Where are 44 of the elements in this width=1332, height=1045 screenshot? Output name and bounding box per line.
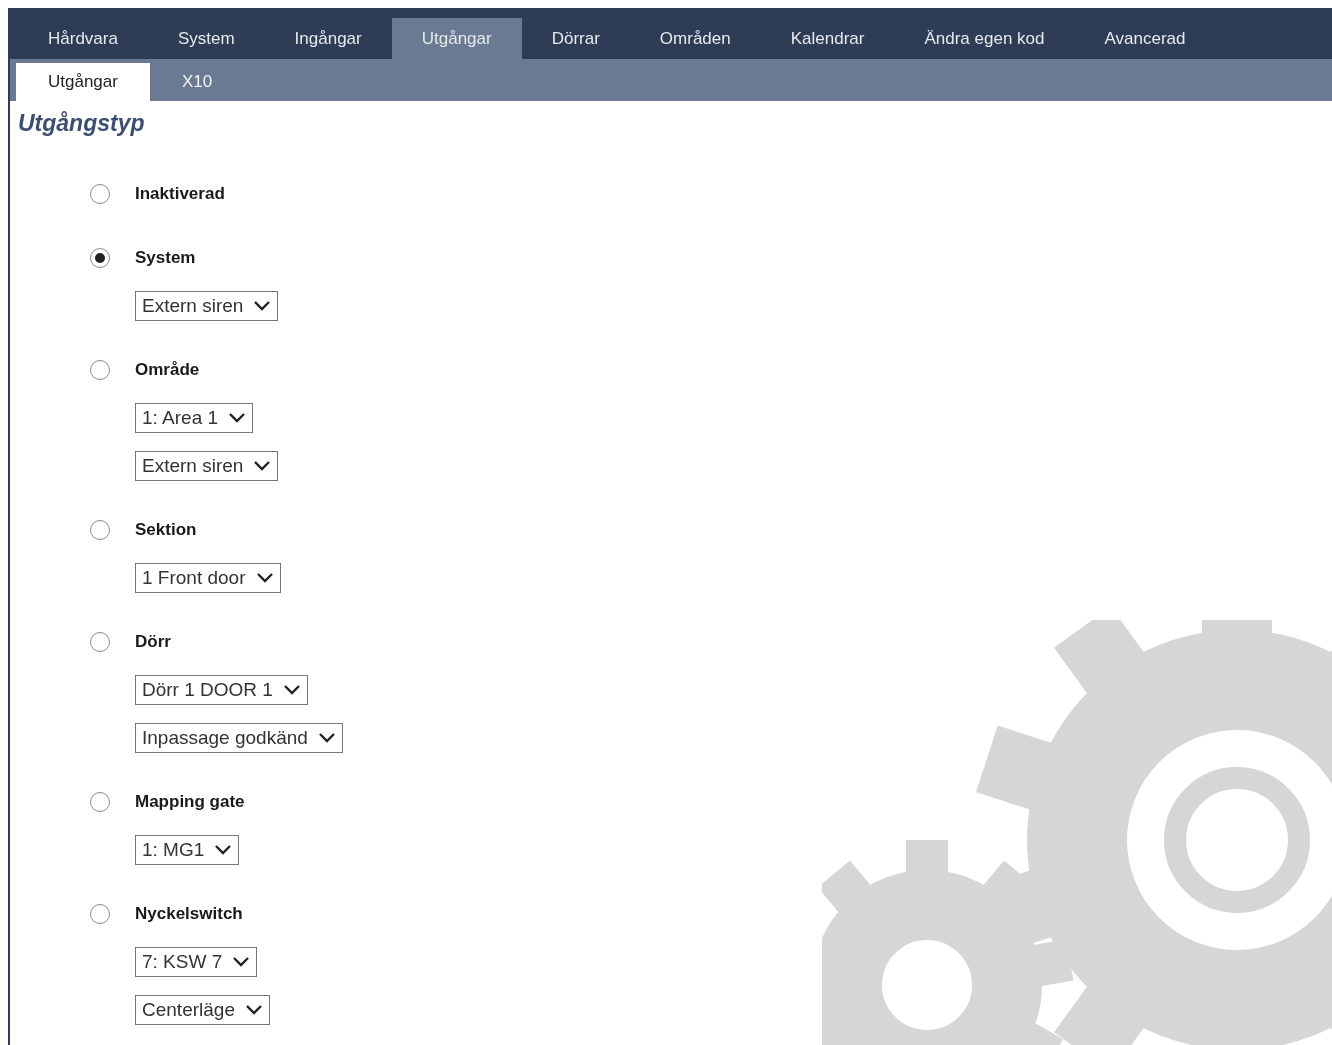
radio-button[interactable] xyxy=(90,248,110,268)
option-label: System xyxy=(135,247,196,270)
sub-tab[interactable]: Utgångar xyxy=(16,63,150,101)
chevron-down-icon xyxy=(214,844,233,856)
radio-button[interactable] xyxy=(90,792,110,812)
nav-tab[interactable]: Hårdvara xyxy=(18,18,148,59)
option-label: Sektion xyxy=(135,519,197,542)
radio-button[interactable] xyxy=(90,904,110,924)
dropdown[interactable]: Centerläge xyxy=(135,995,270,1025)
nav-tab[interactable]: Dörrar xyxy=(521,18,630,59)
dropdown[interactable]: 1: Area 1 xyxy=(135,403,254,433)
dropdown[interactable]: 7: KSW 7 xyxy=(135,947,258,977)
sub-tab[interactable]: X10 xyxy=(149,63,245,101)
chevron-down-icon xyxy=(244,1004,263,1016)
dropdown[interactable]: Extern siren xyxy=(135,451,279,481)
option-label: Nyckelswitch xyxy=(135,903,243,926)
chevron-down-icon xyxy=(228,412,247,424)
option-label: Inaktiverad xyxy=(135,183,225,206)
radio-button[interactable] xyxy=(90,520,110,540)
nav-tab[interactable]: Ändra egen kod xyxy=(894,18,1075,59)
option-label: Mapping gate xyxy=(135,791,245,814)
chevron-down-icon xyxy=(317,732,336,744)
chevron-down-icon xyxy=(253,300,272,312)
chevron-down-icon xyxy=(253,460,272,472)
radio-button[interactable] xyxy=(90,184,110,204)
nav-tab[interactable]: Områden xyxy=(629,18,761,59)
radio-button[interactable] xyxy=(90,360,110,380)
nav-tab[interactable]: System xyxy=(147,18,265,59)
chevron-down-icon xyxy=(255,572,274,584)
option-label: Dörr xyxy=(135,631,171,654)
chevron-down-icon xyxy=(232,956,251,968)
dropdown[interactable]: Dörr 1 DOOR 1 xyxy=(135,675,308,705)
nav-tab[interactable]: Utgångar xyxy=(391,18,522,59)
nav-tab[interactable]: Ingångar xyxy=(264,18,392,59)
dropdown[interactable]: Extern siren xyxy=(135,291,279,321)
option-label: Område xyxy=(135,359,200,382)
nav-tab[interactable]: Kalendrar xyxy=(760,18,895,59)
radio-button[interactable] xyxy=(90,632,110,652)
dropdown[interactable]: 1: MG1 xyxy=(135,835,240,865)
dropdown[interactable]: Inpassage godkänd xyxy=(135,723,343,753)
dropdown[interactable]: 1 Front door xyxy=(135,563,281,593)
nav-tab[interactable]: Avancerad xyxy=(1074,18,1216,59)
section-heading: Utgångstyp xyxy=(18,109,146,137)
chevron-down-icon xyxy=(282,684,301,696)
